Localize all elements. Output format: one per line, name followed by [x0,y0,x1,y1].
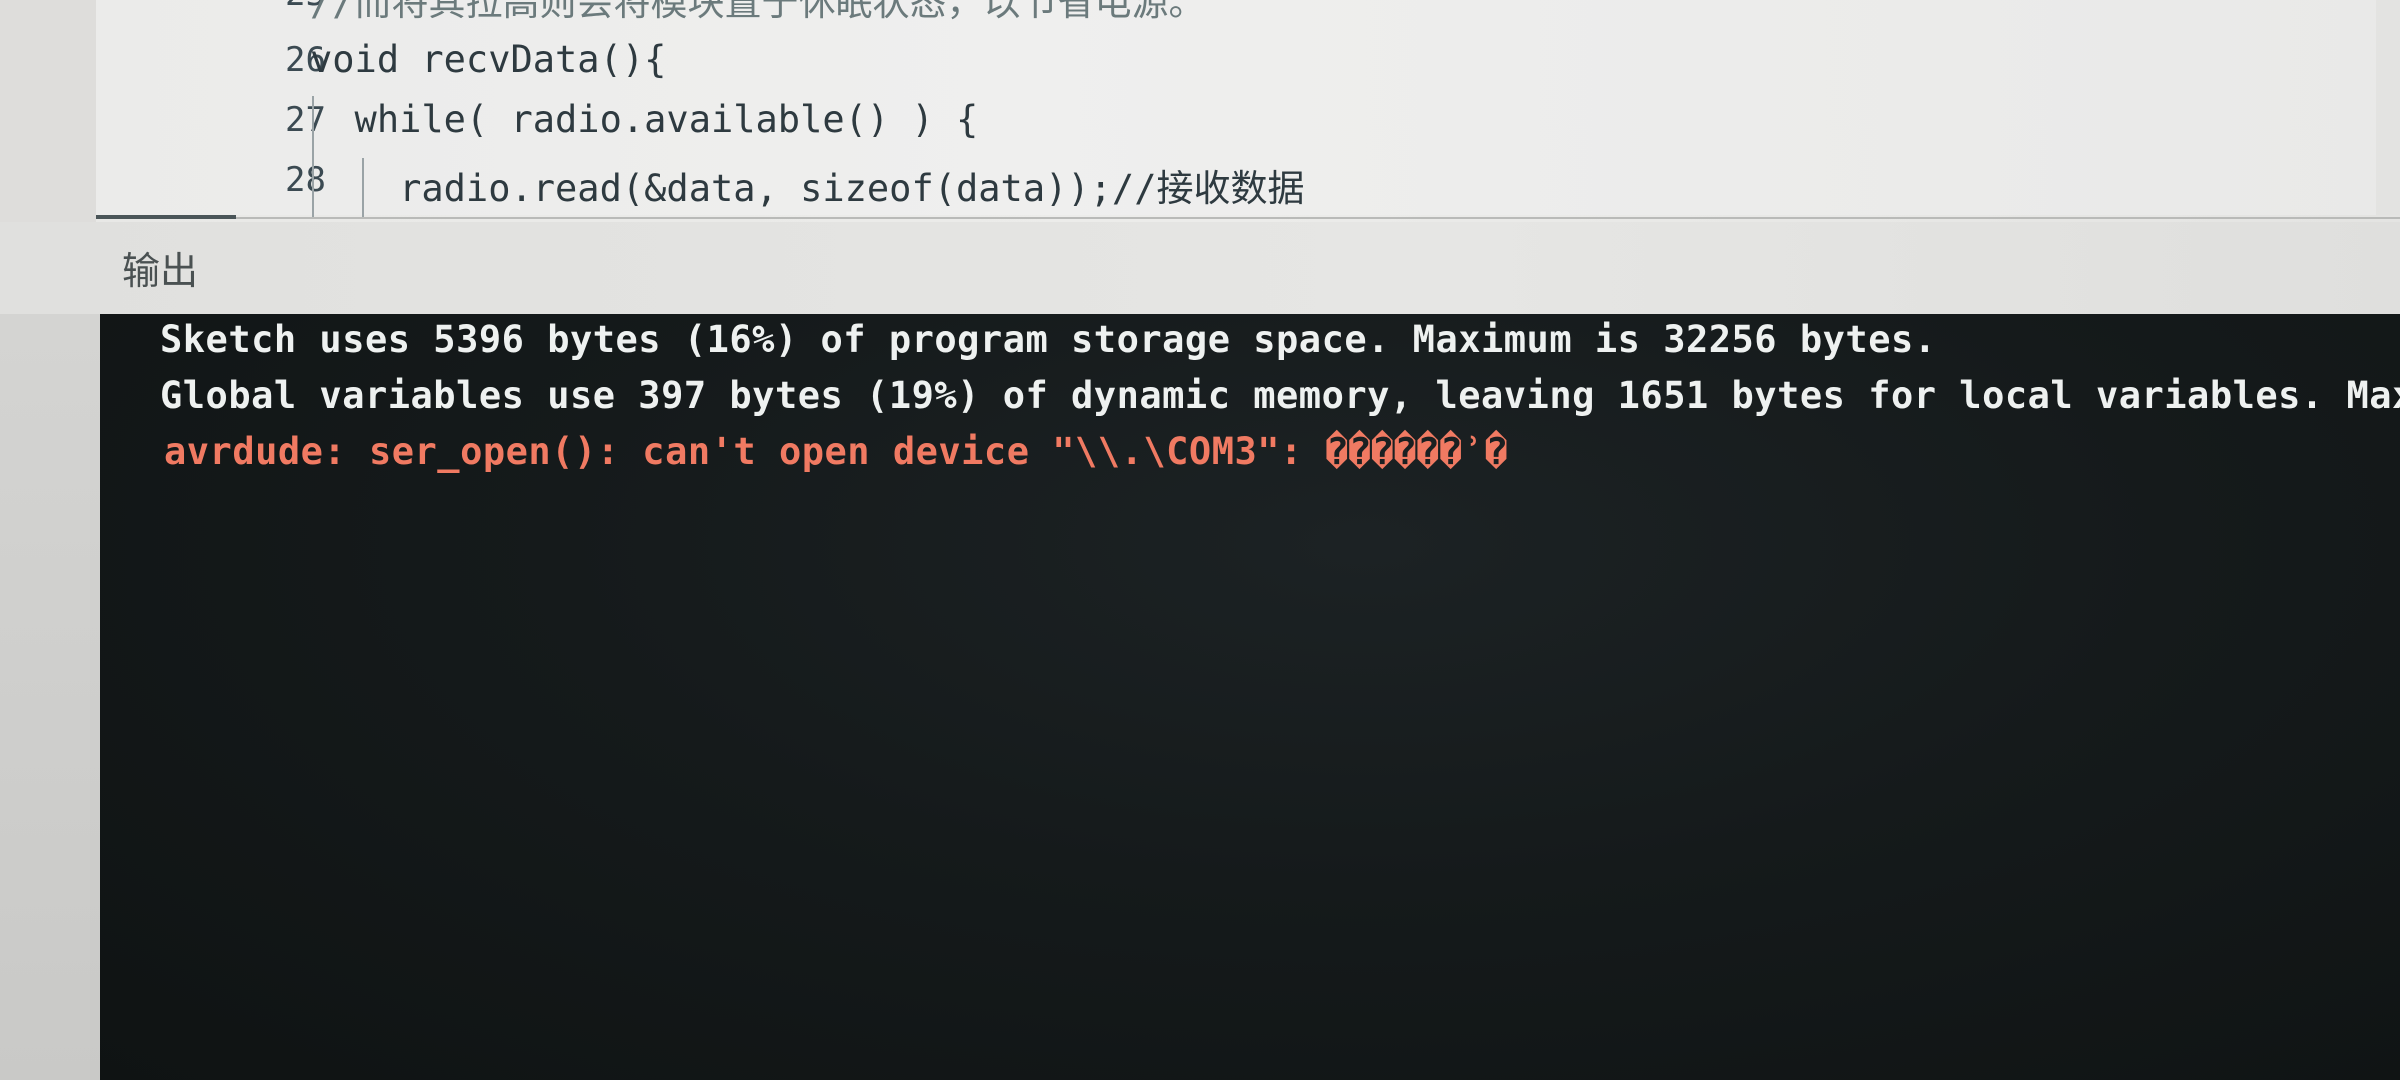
line-number: 27 [285,100,326,140]
indent-guide [312,96,314,218]
console-line: Global variables use 397 bytes (19%) of … [160,374,2400,417]
editor-scrollbar[interactable] [2376,0,2400,215]
screen: 25 //而将其拉高则会将模块置于休眠状态，以节省电源。 26 void rec… [0,0,2400,1080]
editor-left-margin [0,0,96,222]
code-editor: 25 //而将其拉高则会将模块置于休眠状态，以节省电源。 26 void rec… [0,0,2400,222]
output-tab-indicator [96,215,236,219]
indent-guide [362,158,364,218]
line-number: 26 [285,40,326,80]
code-text: while( radio.available() ) { [310,98,979,141]
divider [236,217,2400,219]
panel-left-edge [0,314,100,1080]
code-comment: //而将其拉高则会将模块置于休眠状态，以节省电源。 [310,0,1206,24]
code-line[interactable]: 25 //而将其拉高则会将模块置于休眠状态，以节省电源。 [96,0,2400,24]
code-line[interactable]: 26 void recvData(){ [96,32,2400,90]
console-line: Sketch uses 5396 bytes (16%) of program … [160,318,1937,361]
output-tab[interactable]: 输出 [122,240,198,295]
output-panel-header: 输出 [0,222,2400,314]
code-line[interactable]: 28 radio.read(&data, sizeof(data));//接收数… [96,152,2400,210]
code-text: void recvData(){ [310,38,667,81]
code-text: radio.read(&data, sizeof(data));//接收数据 [310,167,1305,210]
console-error-line: avrdude: ser_open(): can't open device "… [164,430,1508,473]
line-number: 28 [285,160,326,200]
output-console[interactable]: Sketch uses 5396 bytes (16%) of program … [100,314,2400,1080]
code-line[interactable]: 27 while( radio.available() ) { [96,92,2400,150]
line-number: 25 [166,0,326,14]
